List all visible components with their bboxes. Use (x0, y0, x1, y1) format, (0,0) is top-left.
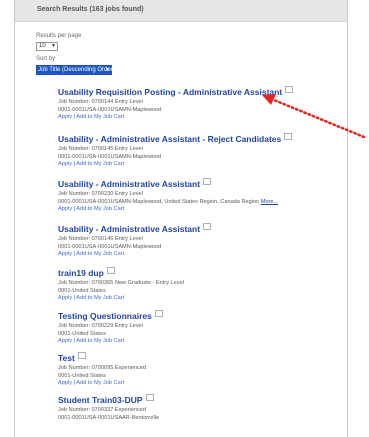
annotation-dotted-line (272, 98, 366, 139)
annotation-arrow-icon (262, 94, 366, 139)
annotation-arrowhead (262, 94, 276, 105)
